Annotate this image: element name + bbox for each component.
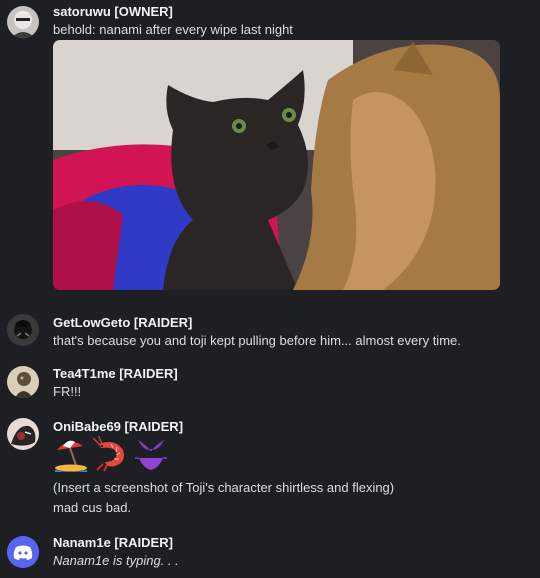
message-text: FR!!! bbox=[53, 384, 82, 399]
avatar[interactable] bbox=[7, 418, 39, 450]
message-text: behold: nanami after every wipe last nig… bbox=[53, 22, 293, 37]
emoji-row bbox=[53, 435, 169, 472]
author-name[interactable]: GetLowGeto [RAIDER] bbox=[53, 315, 192, 331]
author-name[interactable]: OniBabe69 [RAIDER] bbox=[53, 419, 183, 435]
author-name[interactable]: Tea4T1me [RAIDER] bbox=[53, 366, 178, 382]
beach-umbrella-icon bbox=[53, 436, 89, 472]
bikini-icon bbox=[133, 436, 169, 472]
message-onibabe69: OniBabe69 [RAIDER] (Insert a screenshot … bbox=[0, 414, 540, 524]
author-name[interactable]: satoruwu [OWNER] bbox=[53, 4, 173, 20]
message-nanam1e: Nanam1e [RAIDER] Nanam1e is typing. . . bbox=[0, 528, 540, 578]
author-name[interactable]: Nanam1e [RAIDER] bbox=[53, 535, 173, 551]
message-text: (Insert a screenshot of Toji's character… bbox=[53, 480, 395, 495]
shrimp-icon bbox=[92, 435, 129, 472]
image-attachment[interactable] bbox=[53, 40, 500, 290]
typing-indicator: Nanam1e is typing. . . bbox=[53, 553, 179, 568]
message-getlowgeto: GetLowGeto [RAIDER] that's because you a… bbox=[0, 310, 540, 354]
avatar[interactable] bbox=[7, 366, 39, 398]
avatar[interactable] bbox=[7, 6, 39, 38]
message-text: mad cus bad. bbox=[53, 500, 132, 515]
discord-logo-icon bbox=[7, 536, 39, 568]
message-text: that's because you and toji kept pulling… bbox=[53, 333, 461, 348]
message-satoruwu: satoruwu [OWNER] behold: nanami after ev… bbox=[0, 0, 540, 295]
message-tea4t1me: Tea4T1me [RAIDER] FR!!! bbox=[0, 360, 540, 404]
avatar[interactable] bbox=[7, 314, 39, 346]
avatar[interactable] bbox=[7, 536, 39, 568]
cat-photo bbox=[53, 40, 500, 290]
